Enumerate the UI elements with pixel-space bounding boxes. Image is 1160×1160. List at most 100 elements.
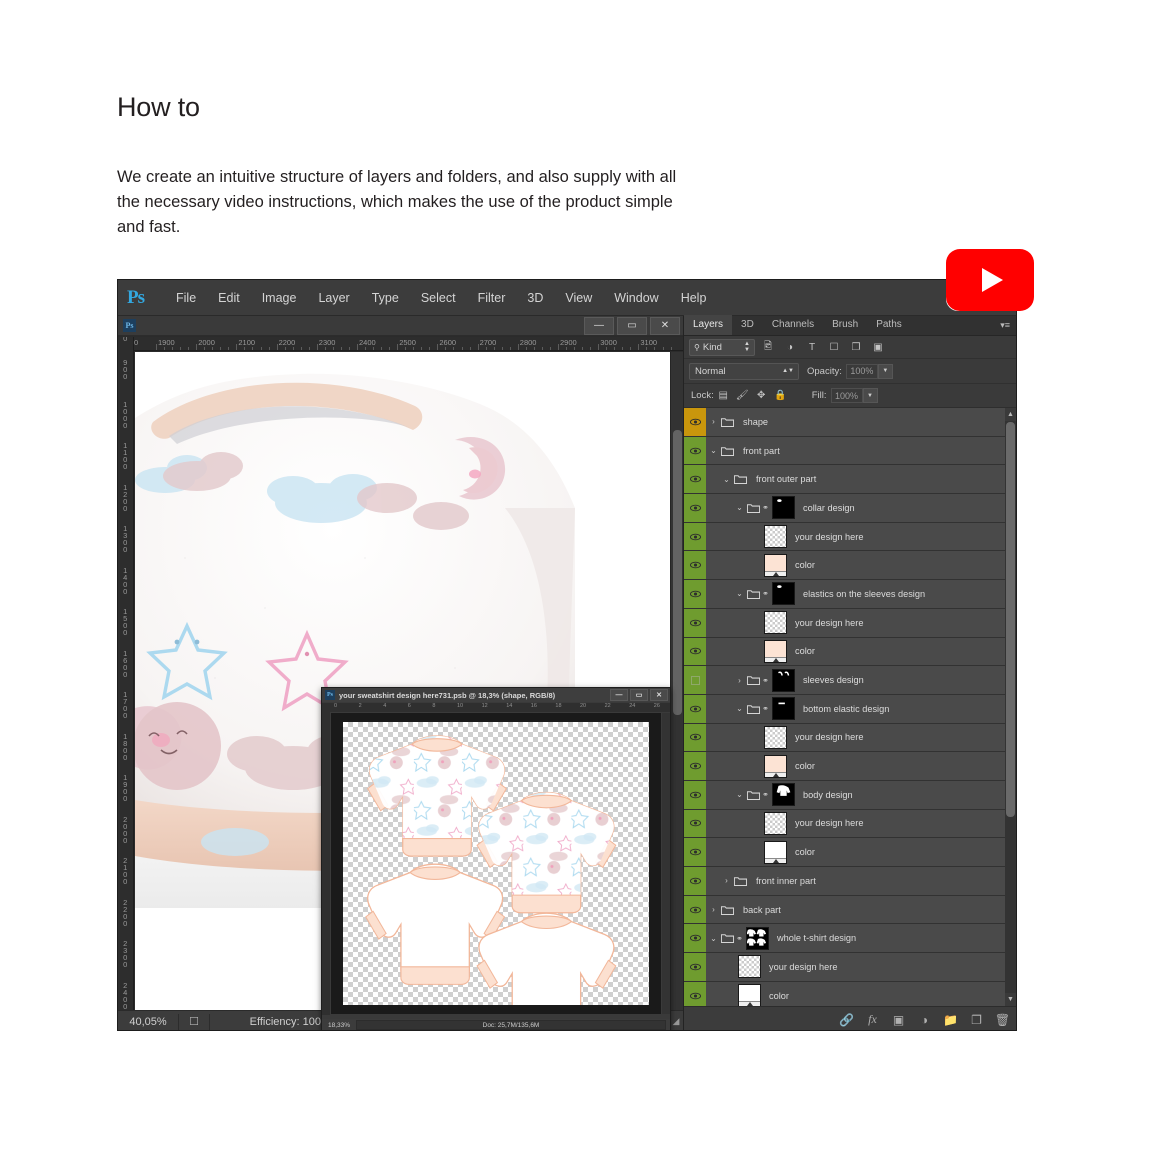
menu-select[interactable]: Select: [410, 280, 467, 316]
fill-dropdown-icon[interactable]: ▼: [862, 388, 878, 403]
layer-thumbnail[interactable]: [764, 725, 787, 749]
layer-name[interactable]: your design here: [795, 732, 863, 742]
opacity-value[interactable]: 100%: [845, 363, 878, 379]
layer-row[interactable]: color: [684, 637, 1005, 667]
layer-visibility-toggle[interactable]: [684, 809, 706, 838]
psb-canvas[interactable]: [331, 713, 661, 1014]
scroll-up-arrow[interactable]: ▲: [1005, 408, 1016, 421]
psb-vertical-scrollbar[interactable]: [662, 713, 670, 1014]
layer-disclosure-triangle[interactable]: ⌄: [734, 589, 745, 598]
tab-paths[interactable]: Paths: [867, 315, 911, 335]
layer-row[interactable]: color: [684, 551, 1005, 581]
layer-mask-thumbnail[interactable]: [772, 697, 795, 721]
minimize-button[interactable]: —: [584, 316, 614, 335]
layer-thumbnail[interactable]: [764, 811, 787, 835]
layer-name[interactable]: color: [795, 761, 815, 771]
layer-name[interactable]: front part: [743, 446, 780, 456]
layer-row[interactable]: › front inner part: [684, 867, 1005, 896]
panel-menu-icon[interactable]: ▾≡: [1000, 320, 1010, 335]
layer-row[interactable]: your design here: [684, 809, 1005, 839]
layer-visibility-toggle[interactable]: [684, 436, 706, 465]
layer-name[interactable]: shape: [743, 417, 768, 427]
layer-row[interactable]: your design here: [684, 953, 1005, 982]
tab-layers[interactable]: Layers: [684, 315, 733, 335]
layer-row[interactable]: your design here: [684, 723, 1005, 753]
menu-layer[interactable]: Layer: [307, 280, 360, 316]
tab-brush[interactable]: Brush: [823, 315, 867, 335]
layer-row[interactable]: ⌄ ⚭ elastics on the sleeves design: [684, 580, 1005, 609]
canvas-vertical-scrollbar[interactable]: [670, 352, 683, 1010]
layer-visibility-toggle[interactable]: [684, 981, 706, 1006]
layer-visibility-toggle[interactable]: [684, 924, 706, 953]
layer-row[interactable]: ⌄ ⚭ bottom elastic design: [684, 694, 1005, 724]
layer-row[interactable]: ⌄ front part: [684, 436, 1005, 466]
layer-visibility-toggle[interactable]: [684, 694, 706, 723]
layer-name[interactable]: collar design: [803, 503, 855, 513]
mask-link-icon[interactable]: ⚭: [761, 589, 770, 598]
layer-row[interactable]: your design here: [684, 522, 1005, 552]
lock-transparency-icon[interactable]: ▤: [714, 388, 733, 404]
add-layer-mask-icon[interactable]: ▣: [891, 1012, 906, 1027]
layer-thumbnail[interactable]: [764, 639, 787, 663]
layer-visibility-toggle[interactable]: [684, 953, 706, 981]
scroll-down-arrow[interactable]: ▼: [1005, 993, 1016, 1006]
layer-row[interactable]: › shape: [684, 408, 1005, 437]
psb-minimize-button[interactable]: —: [610, 689, 628, 701]
adjustment-filter-icon[interactable]: ◑: [781, 339, 799, 356]
menu-window[interactable]: Window: [603, 280, 669, 316]
lock-all-icon[interactable]: 🔒: [771, 388, 790, 404]
mask-link-icon[interactable]: ⚭: [761, 676, 770, 685]
layer-style-fx-icon[interactable]: fx: [865, 1012, 880, 1027]
horizontal-ruler[interactable]: 1900 2000 2100 2200 2300 2400 2500 2600 2700 2800…: [134, 337, 683, 351]
filter-kind-select[interactable]: ⚲ Kind ▲ ▼: [689, 338, 755, 356]
layer-thumbnail[interactable]: [764, 525, 787, 549]
psb-maximize-button[interactable]: ▭: [630, 689, 648, 701]
menu-edit[interactable]: Edit: [207, 280, 251, 316]
layer-name[interactable]: color: [769, 991, 789, 1001]
layer-visibility-toggle[interactable]: [684, 551, 706, 580]
layer-mask-thumbnail[interactable]: [772, 668, 795, 692]
layer-row[interactable]: ⌄ ⚭ collar design: [684, 494, 1005, 523]
close-button[interactable]: ✕: [650, 316, 680, 335]
layer-visibility-toggle[interactable]: [684, 580, 706, 608]
layer-disclosure-triangle[interactable]: ⌄: [708, 934, 719, 943]
new-layer-icon[interactable]: ❐: [969, 1012, 984, 1027]
menu-file[interactable]: File: [165, 280, 207, 316]
new-group-icon[interactable]: 📁: [943, 1012, 958, 1027]
layer-visibility-toggle[interactable]: [684, 637, 706, 666]
layer-visibility-toggle[interactable]: [684, 838, 706, 866]
layers-vertical-scrollbar[interactable]: ▲ ▼: [1005, 408, 1016, 1006]
layer-mask-thumbnail[interactable]: [772, 783, 795, 807]
scrollbar-thumb[interactable]: [1006, 422, 1015, 817]
toggle-filter-icon[interactable]: ▣: [869, 339, 887, 356]
pixel-filter-icon[interactable]: 🖻: [759, 339, 777, 356]
layer-mask-thumbnail[interactable]: [746, 926, 769, 950]
layer-row[interactable]: › back part: [684, 895, 1005, 925]
layer-disclosure-triangle[interactable]: ⌄: [708, 446, 719, 455]
layer-thumbnail[interactable]: [738, 955, 761, 979]
layer-row[interactable]: color: [684, 981, 1005, 1006]
mask-link-icon[interactable]: ⚭: [761, 790, 770, 799]
layer-name[interactable]: color: [795, 847, 815, 857]
scrollbar-thumb[interactable]: [673, 430, 682, 715]
layer-name[interactable]: whole t-shirt design: [777, 933, 856, 943]
layer-name[interactable]: your design here: [795, 618, 863, 628]
layer-name[interactable]: sleeves design: [803, 675, 864, 685]
layer-disclosure-triangle[interactable]: ›: [721, 876, 732, 885]
layer-visibility-toggle[interactable]: [684, 465, 706, 494]
menu-view[interactable]: View: [554, 280, 603, 316]
layer-name[interactable]: front inner part: [756, 876, 816, 886]
psb-horizontal-ruler[interactable]: 0 2 4 6 8 10 12 14 16 18 20 22 24 26: [330, 703, 670, 712]
resize-grip[interactable]: ◢: [669, 1016, 683, 1027]
menu-filter[interactable]: Filter: [467, 280, 517, 316]
layer-thumbnail[interactable]: [764, 611, 787, 635]
layer-thumbnail[interactable]: [764, 754, 787, 778]
layer-disclosure-triangle[interactable]: ›: [708, 417, 719, 426]
layer-name[interactable]: elastics on the sleeves design: [803, 589, 925, 599]
link-layers-icon[interactable]: 🔗: [839, 1012, 854, 1027]
layer-disclosure-triangle[interactable]: ⌄: [734, 704, 745, 713]
layer-name[interactable]: color: [795, 646, 815, 656]
opacity-dropdown-icon[interactable]: ▼: [877, 363, 893, 379]
layer-visibility-toggle[interactable]: [684, 608, 706, 637]
layer-mask-thumbnail[interactable]: [772, 496, 795, 520]
